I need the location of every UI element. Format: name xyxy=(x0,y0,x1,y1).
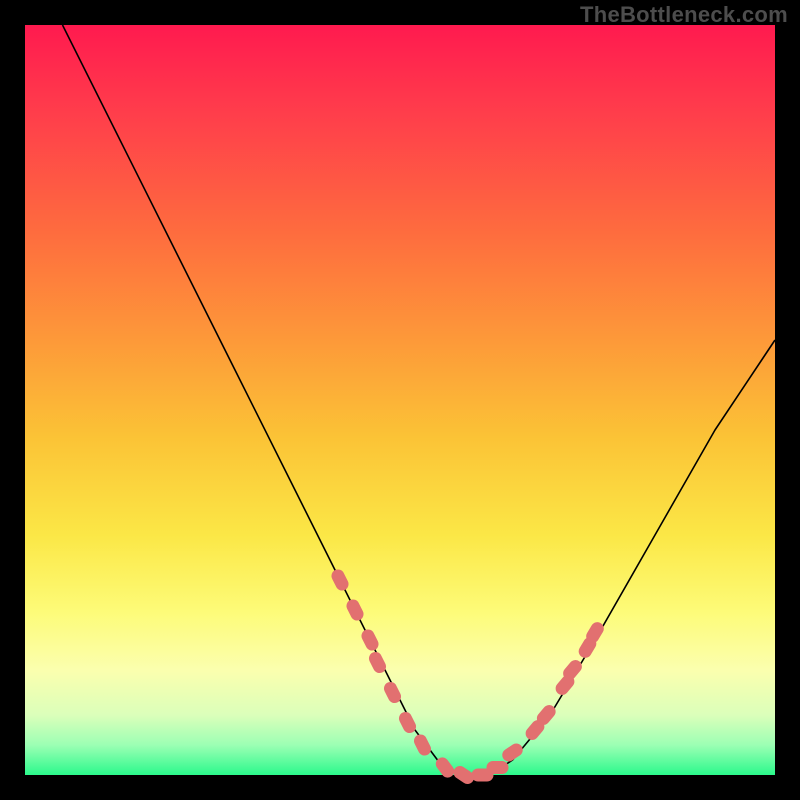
plot-area xyxy=(25,25,775,775)
sample-point xyxy=(359,627,380,652)
bottleneck-curve xyxy=(63,25,776,775)
sample-points-group xyxy=(329,567,606,786)
sample-point xyxy=(397,710,418,735)
sample-point xyxy=(412,732,433,757)
sample-point xyxy=(487,761,509,774)
sample-point xyxy=(344,597,365,622)
sample-point xyxy=(329,567,350,592)
chart-container: TheBottleneck.com xyxy=(0,0,800,800)
chart-svg xyxy=(25,25,775,775)
